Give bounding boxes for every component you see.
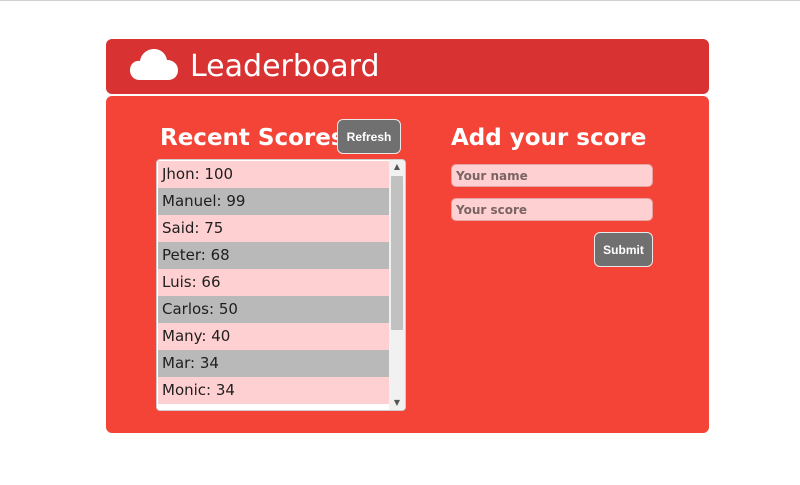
submit-button[interactable]: Submit: [594, 232, 653, 267]
scores-list-box[interactable]: Jhon: 100 Manuel: 99 Said: 75 Peter: 68 …: [156, 159, 406, 411]
score-input[interactable]: [451, 198, 653, 221]
cloud-icon: [130, 49, 178, 80]
top-divider: [0, 0, 800, 1]
recent-scores-title: Recent Scores: [160, 125, 345, 151]
page-title: Leaderboard: [190, 49, 380, 84]
add-score-title: Add your score: [451, 125, 647, 151]
scroll-up-arrow-icon[interactable]: ▲: [389, 160, 405, 174]
header-bar: Leaderboard: [106, 39, 709, 94]
list-item: Said: 75: [158, 215, 389, 242]
list-item: Mar: 34: [158, 350, 389, 377]
scrollbar-thumb[interactable]: [391, 176, 403, 330]
list-item: Carlos: 50: [158, 296, 389, 323]
list-item: Luis: 66: [158, 269, 389, 296]
score-list: Jhon: 100 Manuel: 99 Said: 75 Peter: 68 …: [158, 161, 389, 404]
vertical-scrollbar[interactable]: ▲ ▼: [389, 160, 405, 410]
list-item: Monic: 34: [158, 377, 389, 404]
scroll-down-arrow-icon[interactable]: ▼: [389, 396, 405, 410]
list-item: Manuel: 99: [158, 188, 389, 215]
list-item: Jhon: 100: [158, 161, 389, 188]
list-item: Peter: 68: [158, 242, 389, 269]
main-panel: Recent Scores Refresh Jhon: 100 Manuel: …: [106, 96, 709, 433]
name-input[interactable]: [451, 164, 653, 187]
list-item: Many: 40: [158, 323, 389, 350]
refresh-button[interactable]: Refresh: [337, 119, 401, 154]
